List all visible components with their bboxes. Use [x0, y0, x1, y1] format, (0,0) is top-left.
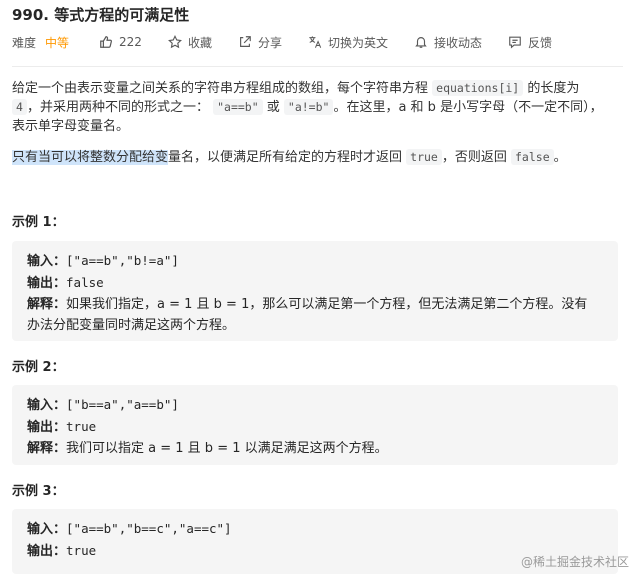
selected-text: 只有当可以将整数分配给变 — [12, 150, 169, 165]
explain-text: 我们可以指定 a = 1 且 b = 1 以满足满足这两个方程。 — [66, 441, 388, 456]
share-label: 分享 — [257, 35, 282, 50]
share-button[interactable]: 分享 — [238, 34, 282, 51]
header-divider — [12, 66, 623, 67]
example-2-title: 示例 2： — [12, 360, 65, 375]
inline-code: false — [511, 149, 554, 165]
message-icon — [508, 35, 522, 49]
share-icon — [238, 35, 252, 49]
example-output-line: 输出：false — [12, 272, 618, 294]
description-paragraph-1: 给定一个由表示变量之间关系的字符串方程组成的数组，每个字符串方程 equatio… — [12, 79, 612, 136]
inline-code: "a!=b" — [283, 99, 334, 115]
input-value: ["a==b","b==c","a==c"] — [66, 521, 232, 536]
explain-text: 如果我们指定，a = 1 且 b = 1，那么可以满足第一个方程，但无法满足第二… — [66, 297, 588, 312]
input-value: ["b==a","a==b"] — [66, 397, 179, 412]
translate-icon — [308, 35, 322, 49]
example-explain-line: 解释：我们可以指定 a = 1 且 b = 1 以满足满足这两个方程。 — [12, 438, 618, 459]
desc-text: 量名，以便满足所有给定的方程时才返回 — [168, 150, 407, 165]
favorite-button[interactable]: 收藏 — [167, 34, 212, 51]
star-icon — [167, 35, 182, 49]
explain-text: 办法分配变量同时满足这两个方程。 — [27, 318, 236, 333]
example-input-line: 输入：["a==b","b!=a"] — [12, 241, 618, 272]
example-explain-line-2: 办法分配变量同时满足这两个方程。 — [12, 315, 618, 336]
desc-text: 的长度为 — [523, 81, 580, 96]
bell-icon — [414, 35, 428, 49]
output-value: true — [66, 543, 97, 558]
switch-language-button[interactable]: 切换为英文 — [308, 34, 388, 51]
favorite-label: 收藏 — [187, 35, 212, 50]
feedback-button[interactable]: 反馈 — [508, 34, 552, 51]
inline-code: true — [406, 149, 442, 165]
description-paragraph-2: 只有当可以将整数分配给变量名，以便满足所有给定的方程时才返回 true ，否则返回… — [12, 148, 612, 167]
like-count: 222 — [119, 35, 142, 49]
explain-label: 解释： — [27, 297, 67, 312]
input-label: 输入： — [27, 398, 67, 413]
like-button[interactable]: 222 — [99, 35, 142, 49]
example-3-title: 示例 3： — [12, 484, 65, 499]
switch-language-label: 切换为英文 — [327, 35, 388, 50]
output-label: 输出： — [27, 420, 67, 435]
problem-title: 990. 等式方程的可满足性 — [12, 6, 190, 24]
example-input-line: 输入：["b==a","a==b"] — [12, 385, 618, 416]
example-explain-line: 解释：如果我们指定，a = 1 且 b = 1，那么可以满足第一个方程，但无法满… — [12, 294, 618, 315]
desc-text: 给定一个由表示变量之间关系的字符串方程组成的数组，每个字符串方程 — [12, 81, 433, 96]
feedback-label: 反馈 — [528, 35, 553, 50]
output-value: true — [66, 419, 97, 434]
inline-code: "a==b" — [213, 99, 263, 115]
difficulty-badge: 中等 — [45, 35, 70, 50]
output-label: 输出： — [27, 544, 67, 559]
notify-label: 接收动态 — [433, 35, 482, 50]
explain-label: 解释： — [27, 441, 67, 456]
example-1-block: 输入：["a==b","b!=a"] 输出：false 解释：如果我们指定，a … — [12, 241, 618, 341]
watermark: @稀土掘金技术社区 — [520, 555, 629, 569]
notify-button[interactable]: 接收动态 — [414, 34, 482, 51]
inline-code: equations[i] — [432, 80, 524, 96]
input-value: ["a==b","b!=a"] — [66, 253, 179, 268]
difficulty-label: 难度 — [12, 35, 37, 50]
desc-text: ，否则返回 — [441, 150, 511, 165]
example-1-title: 示例 1： — [12, 215, 65, 230]
example-input-line: 输入：["a==b","b==c","a==c"] — [12, 509, 618, 540]
desc-text: 。 — [553, 150, 567, 165]
thumbs-up-icon — [99, 35, 113, 49]
inline-code: 4 — [12, 99, 27, 115]
problem-meta-bar: 难度 中等 222 收藏 分享 切换为英文 接收动态 反馈 — [12, 33, 578, 51]
output-value: false — [66, 275, 104, 290]
desc-text: 或 — [262, 100, 284, 115]
desc-text: ，并采用两种不同的形式之一： — [26, 100, 209, 115]
example-output-line: 输出：true — [12, 416, 618, 438]
input-label: 输入： — [27, 522, 67, 537]
example-2-block: 输入：["b==a","a==b"] 输出：true 解释：我们可以指定 a =… — [12, 385, 618, 465]
input-label: 输入： — [27, 254, 67, 269]
output-label: 输出： — [27, 276, 67, 291]
